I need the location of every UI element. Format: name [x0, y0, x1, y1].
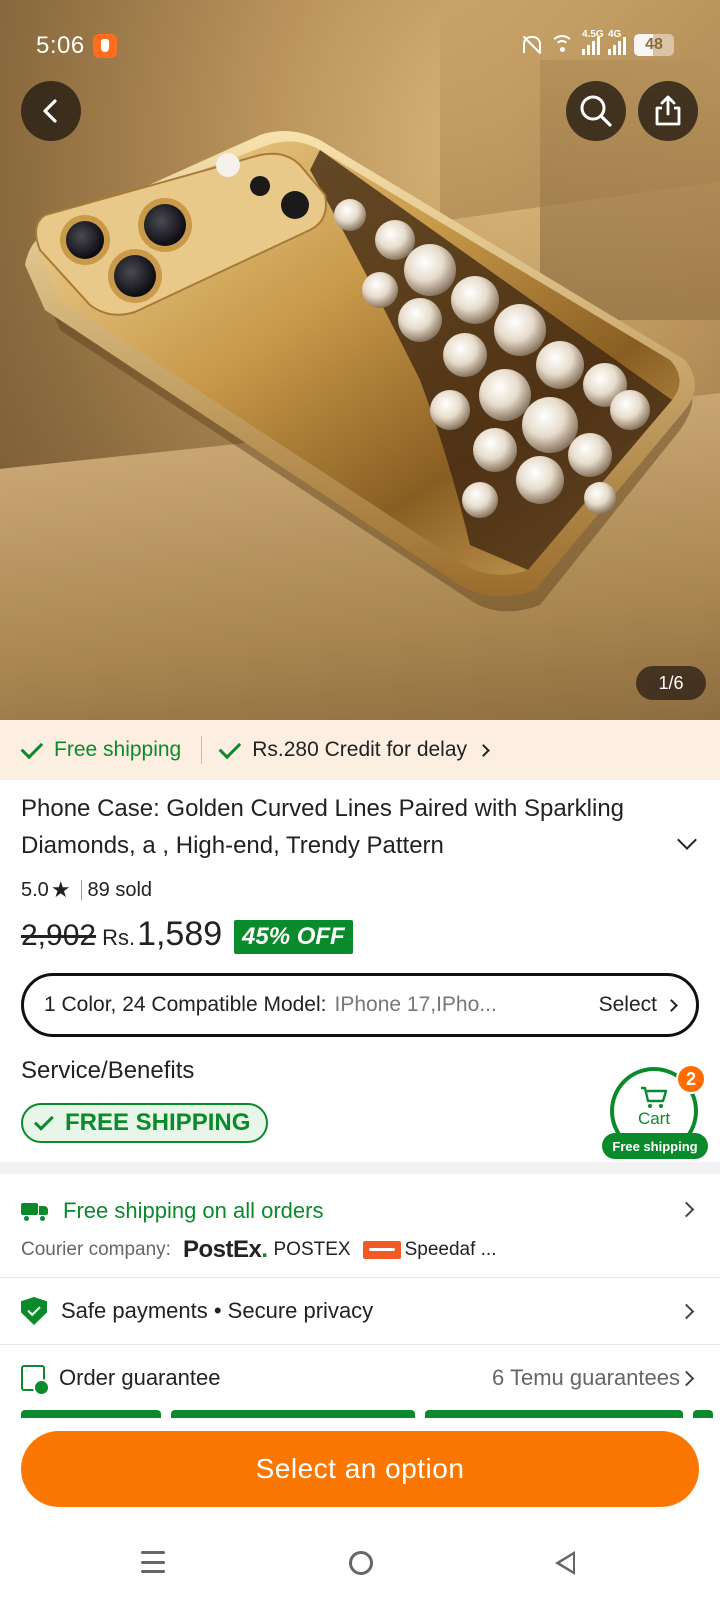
- rating-row[interactable]: 5.0 ★ 89 sold: [21, 877, 152, 903]
- variant-select-button[interactable]: Select: [599, 993, 678, 1017]
- share-icon: [655, 95, 681, 126]
- product-title: Phone Case: Golden Curved Lines Paired w…: [21, 795, 625, 859]
- select-option-button[interactable]: Select an option: [21, 1431, 699, 1507]
- truck-icon: [21, 1201, 49, 1222]
- recent-apps-button[interactable]: [141, 1551, 165, 1573]
- courier-name: POSTEX: [273, 1239, 351, 1260]
- courier-name: Speedaf ...: [404, 1239, 497, 1260]
- wifi-icon: [550, 35, 574, 55]
- battery-level: 48: [645, 36, 663, 53]
- rating-value: 5.0: [21, 878, 49, 901]
- section-divider: [0, 1162, 720, 1174]
- status-time: 5:06: [36, 32, 85, 59]
- shipping-title: Free shipping on all orders: [63, 1198, 324, 1223]
- bell-off-icon: [520, 34, 542, 56]
- shield-icon: [21, 1297, 47, 1325]
- chevron-right-icon: [665, 998, 678, 1012]
- variant-selector[interactable]: 1 Color, 24 Compatible Model: IPhone 17,…: [21, 973, 699, 1037]
- check-icon: [33, 1110, 54, 1131]
- original-price: 2,902: [21, 919, 97, 952]
- speedaf-logo: [362, 1241, 401, 1259]
- price-row: 2,902 Rs. 1,589: [21, 915, 222, 954]
- shipping-info-row[interactable]: Free shipping on all orders Courier comp…: [0, 1174, 720, 1278]
- guarantee-chip: [21, 1410, 161, 1418]
- signal-icon: 4.5G: [582, 29, 604, 55]
- current-price: 1,589: [137, 915, 223, 953]
- home-button[interactable]: [349, 1551, 373, 1575]
- cart-icon: [641, 1086, 668, 1108]
- star-icon: ★: [50, 877, 71, 902]
- guarantee-chip: [171, 1410, 415, 1418]
- back-button[interactable]: [21, 81, 81, 141]
- chevron-right-icon: [678, 1201, 695, 1218]
- guarantee-count: 6 Temu guarantees: [492, 1365, 680, 1390]
- safe-payments-label: Safe payments • Secure privacy: [61, 1298, 374, 1323]
- cart-count-badge: 2: [676, 1064, 706, 1094]
- postex-logo: PostEx.: [182, 1236, 268, 1263]
- search-button[interactable]: [566, 81, 626, 141]
- back-icon: [43, 99, 57, 123]
- order-guarantee-row[interactable]: Order guarantee 6 Temu guarantees: [0, 1345, 720, 1411]
- divider: [201, 736, 203, 764]
- check-icon: [20, 736, 44, 760]
- search-icon: [580, 95, 612, 127]
- cart-label: Cart: [637, 1109, 671, 1128]
- sold-count: 89 sold: [87, 878, 153, 901]
- notification-app-icon: [93, 34, 117, 58]
- free-shipping-badge: FREE SHIPPING: [21, 1103, 269, 1143]
- variant-label: 1 Color, 24 Compatible Model:: [44, 993, 327, 1016]
- chevron-right-icon: [678, 1303, 695, 1320]
- chevron-down-icon[interactable]: [677, 830, 697, 850]
- battery-icon: 48: [634, 34, 674, 56]
- check-icon: [218, 736, 242, 760]
- variant-value: IPhone 17,IPho...: [334, 993, 497, 1016]
- image-counter: 1/6: [636, 666, 706, 700]
- system-back-button[interactable]: [555, 1551, 575, 1575]
- free-shipping-label: Free shipping: [20, 736, 181, 762]
- status-icons: 4.5G 4G 48: [520, 29, 674, 56]
- signal-icon: 4G: [608, 29, 626, 55]
- share-button[interactable]: [638, 81, 698, 141]
- currency: Rs.: [102, 925, 136, 950]
- service-benefits-heading: Service/Benefits: [21, 1057, 195, 1084]
- chevron-right-icon: [477, 743, 490, 757]
- order-guarantee-icon: [21, 1365, 50, 1396]
- status-bar: 5:06 4.5G 4G 48: [0, 0, 720, 96]
- order-guarantee-label: Order guarantee: [59, 1365, 221, 1390]
- shipping-strip[interactable]: Free shipping Rs.280 Credit for delay: [0, 720, 720, 780]
- cart-free-shipping-label: Free shipping: [602, 1133, 708, 1159]
- guarantee-chip: [693, 1410, 713, 1418]
- discount-badge: 45% OFF: [234, 920, 353, 954]
- divider: [80, 880, 82, 900]
- safe-payments-row[interactable]: Safe payments • Secure privacy: [0, 1278, 720, 1345]
- chevron-right-icon: [678, 1370, 695, 1387]
- courier-label: Courier company:: [21, 1239, 171, 1260]
- guarantee-chip: [425, 1410, 683, 1418]
- credit-for-delay-link[interactable]: Rs.280 Credit for delay: [218, 736, 490, 762]
- guarantee-chips: [21, 1410, 720, 1418]
